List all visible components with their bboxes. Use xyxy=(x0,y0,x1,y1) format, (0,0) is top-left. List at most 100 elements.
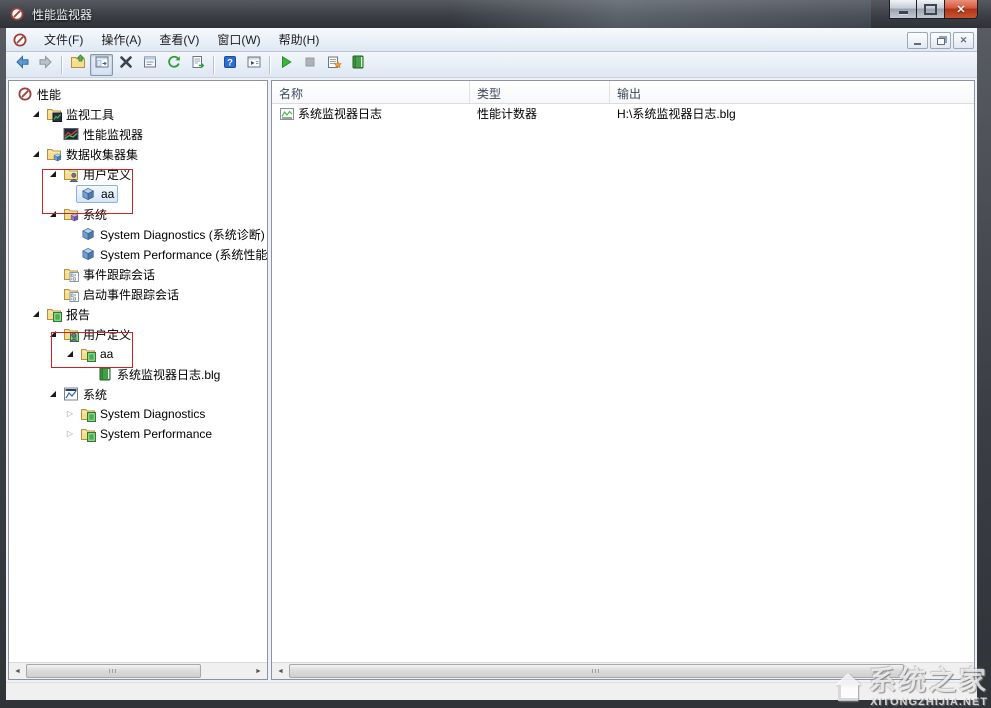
tree-item-dcs-system-performance[interactable]: System Performance (系统性能) xyxy=(9,244,267,264)
tree-item-performance-root[interactable]: 性能 xyxy=(9,84,267,104)
tree-horizontal-scrollbar[interactable]: ◄ ► xyxy=(9,662,267,679)
tree-item-performance-monitor[interactable]: 性能监视器 xyxy=(9,124,267,144)
stop-button[interactable] xyxy=(298,54,321,76)
start-button[interactable] xyxy=(274,54,297,76)
expander-expanded-icon[interactable]: ◢ xyxy=(30,144,42,164)
tree-item-reports-system-performance[interactable]: ▷ System Performance xyxy=(9,424,267,444)
column-header-type[interactable]: 类型 xyxy=(470,81,610,103)
delete-button[interactable] xyxy=(114,54,137,76)
tree-item-dcs-aa[interactable]: aa xyxy=(9,184,267,204)
new-report-button[interactable] xyxy=(322,54,345,76)
tree-item-startup-event-trace[interactable]: 启动事件跟踪会话 xyxy=(9,284,267,304)
media-window-icon xyxy=(246,54,262,75)
column-header-name[interactable]: 名称 xyxy=(272,81,470,103)
tree-item-label: 系统监视器日志.blg xyxy=(117,366,220,383)
tree-item-data-collector-sets[interactable]: ◢ 数据收集器集 xyxy=(9,144,267,164)
scroll-left-arrow-icon[interactable]: ◄ xyxy=(272,663,289,679)
folder-user-icon xyxy=(63,166,79,182)
row-name: 系统监视器日志 xyxy=(298,105,382,122)
expander-expanded-icon[interactable]: ◢ xyxy=(47,204,59,224)
tree-item-dcs-system[interactable]: ◢系统 xyxy=(9,204,267,224)
cube-icon xyxy=(80,186,96,202)
tree-item-label: 数据收集器集 xyxy=(66,146,138,163)
tree-item-reports-aa[interactable]: ◢ aa xyxy=(9,344,267,364)
expander-expanded-icon[interactable]: ◢ xyxy=(64,344,76,364)
tree-label-wrap: System Performance xyxy=(76,425,216,443)
properties-button[interactable] xyxy=(138,54,161,76)
tree-item-dcs-system-diagnostics[interactable]: System Diagnostics (系统诊断) xyxy=(9,224,267,244)
folder-report-icon xyxy=(46,306,62,322)
forward-button[interactable] xyxy=(34,54,57,76)
folder-open-icon xyxy=(70,54,86,75)
scroll-left-arrow-icon[interactable]: ◄ xyxy=(9,663,26,679)
window-title: 性能监视器 xyxy=(32,6,92,23)
expander-expanded-icon[interactable]: ◢ xyxy=(30,304,42,324)
mdi-minimize-button[interactable] xyxy=(907,32,928,49)
svg-text:?: ? xyxy=(227,58,233,69)
expander-expanded-icon[interactable]: ◢ xyxy=(47,384,59,404)
results-pane: 名称 类型 输出 系统监视器日志 性能计数器 H:\系统监视器日志.blg xyxy=(271,80,975,680)
menu-help[interactable]: 帮助(H) xyxy=(270,27,329,52)
scrollbar-thumb[interactable] xyxy=(26,664,201,678)
mdi-restore-button[interactable] xyxy=(930,32,951,49)
column-header-output[interactable]: 输出 xyxy=(610,81,974,103)
tree-item-label: 报告 xyxy=(66,306,90,323)
tree-item-label: aa xyxy=(101,187,114,201)
scroll-right-arrow-icon[interactable]: ► xyxy=(250,663,267,679)
help-button[interactable]: ? xyxy=(218,54,241,76)
expander-expanded-icon[interactable]: ◢ xyxy=(47,324,59,344)
chart-icon xyxy=(63,126,79,142)
minimize-button[interactable] xyxy=(889,0,917,19)
tree-item-monitoring-tools[interactable]: ◢监视工具 xyxy=(9,104,267,124)
expander-collapsed-icon[interactable]: ▷ xyxy=(64,424,76,444)
tree-item-label: 用户定义 xyxy=(83,326,131,343)
list-horizontal-scrollbar[interactable]: ◄ ► xyxy=(272,662,974,679)
scrollbar-thumb[interactable] xyxy=(289,664,904,678)
tree-item-reports-system-diagnostics[interactable]: ▷ System Diagnostics xyxy=(9,404,267,424)
expander-expanded-icon[interactable]: ◢ xyxy=(30,104,42,124)
maximize-button[interactable] xyxy=(917,0,945,19)
close-button[interactable] xyxy=(945,0,978,19)
menu-view[interactable]: 查看(V) xyxy=(150,27,208,52)
expander-collapsed-icon[interactable]: ▷ xyxy=(64,404,76,424)
menu-window[interactable]: 窗口(W) xyxy=(208,27,269,52)
tree-label-wrap: 性能 xyxy=(13,85,65,103)
tree-item-system-monitor-log-blg[interactable]: 系统监视器日志.blg xyxy=(9,364,267,384)
tree-label-wrap: 系统监视器日志.blg xyxy=(93,365,224,383)
scroll-right-arrow-icon[interactable]: ► xyxy=(957,663,974,679)
tree-item-reports-system[interactable]: ◢系统 xyxy=(9,384,267,404)
tree-item-label: 用户定义 xyxy=(83,166,131,183)
menu-bar: 文件(F)操作(A)查看(V)窗口(W)帮助(H) xyxy=(6,28,977,52)
app-window: 性能监视器 文件(F)操作(A)查看(V)窗口(W)帮助(H) ? 性能◢监视工… xyxy=(0,0,991,708)
console-tree-pane: 性能◢监视工具性能监视器◢数据收集器集◢用户定义aa◢系统System Diag… xyxy=(8,80,268,680)
menu-items: 文件(F)操作(A)查看(V)窗口(W)帮助(H) xyxy=(35,27,328,52)
export-list-button[interactable] xyxy=(186,54,209,76)
tree-item-label: aa xyxy=(100,347,113,361)
expander-expanded-icon[interactable]: ◢ xyxy=(47,164,59,184)
view-log-button[interactable] xyxy=(346,54,369,76)
show-window-button[interactable] xyxy=(242,54,265,76)
content-area: 性能◢监视工具性能监视器◢数据收集器集◢用户定义aa◢系统System Diag… xyxy=(6,78,977,682)
tree-item-reports-user-defined[interactable]: ◢ 用户定义 xyxy=(9,324,267,344)
menu-action[interactable]: 操作(A) xyxy=(92,27,150,52)
open-saved-button[interactable] xyxy=(66,54,89,76)
menu-file[interactable]: 文件(F) xyxy=(35,27,92,52)
folder-report-icon xyxy=(80,346,96,362)
tree-item-label: System Performance xyxy=(100,427,212,441)
tree-item-dcs-user-defined[interactable]: ◢ 用户定义 xyxy=(9,164,267,184)
back-button[interactable] xyxy=(10,54,33,76)
tree-item-label: System Performance (系统性能) xyxy=(100,246,267,263)
client-area: 文件(F)操作(A)查看(V)窗口(W)帮助(H) ? 性能◢监视工具性能监视器… xyxy=(6,28,977,700)
tree-label-wrap: 系统 xyxy=(59,385,111,403)
folder-cube-icon xyxy=(46,146,62,162)
console-tree-button[interactable] xyxy=(90,54,113,76)
green-book-icon xyxy=(97,366,113,382)
tree-label-wrap: 用户定义 xyxy=(59,325,135,343)
table-row[interactable]: 系统监视器日志 性能计数器 H:\系统监视器日志.blg xyxy=(272,104,974,123)
tree-item-event-trace-sessions[interactable]: 事件跟踪会话 xyxy=(9,264,267,284)
refresh-button[interactable] xyxy=(162,54,185,76)
mdi-close-button[interactable] xyxy=(953,32,974,49)
tree-item-label: System Diagnostics xyxy=(100,407,205,421)
tree-item-reports[interactable]: ◢ 报告 xyxy=(9,304,267,324)
title-bar[interactable]: 性能监视器 xyxy=(0,0,991,28)
